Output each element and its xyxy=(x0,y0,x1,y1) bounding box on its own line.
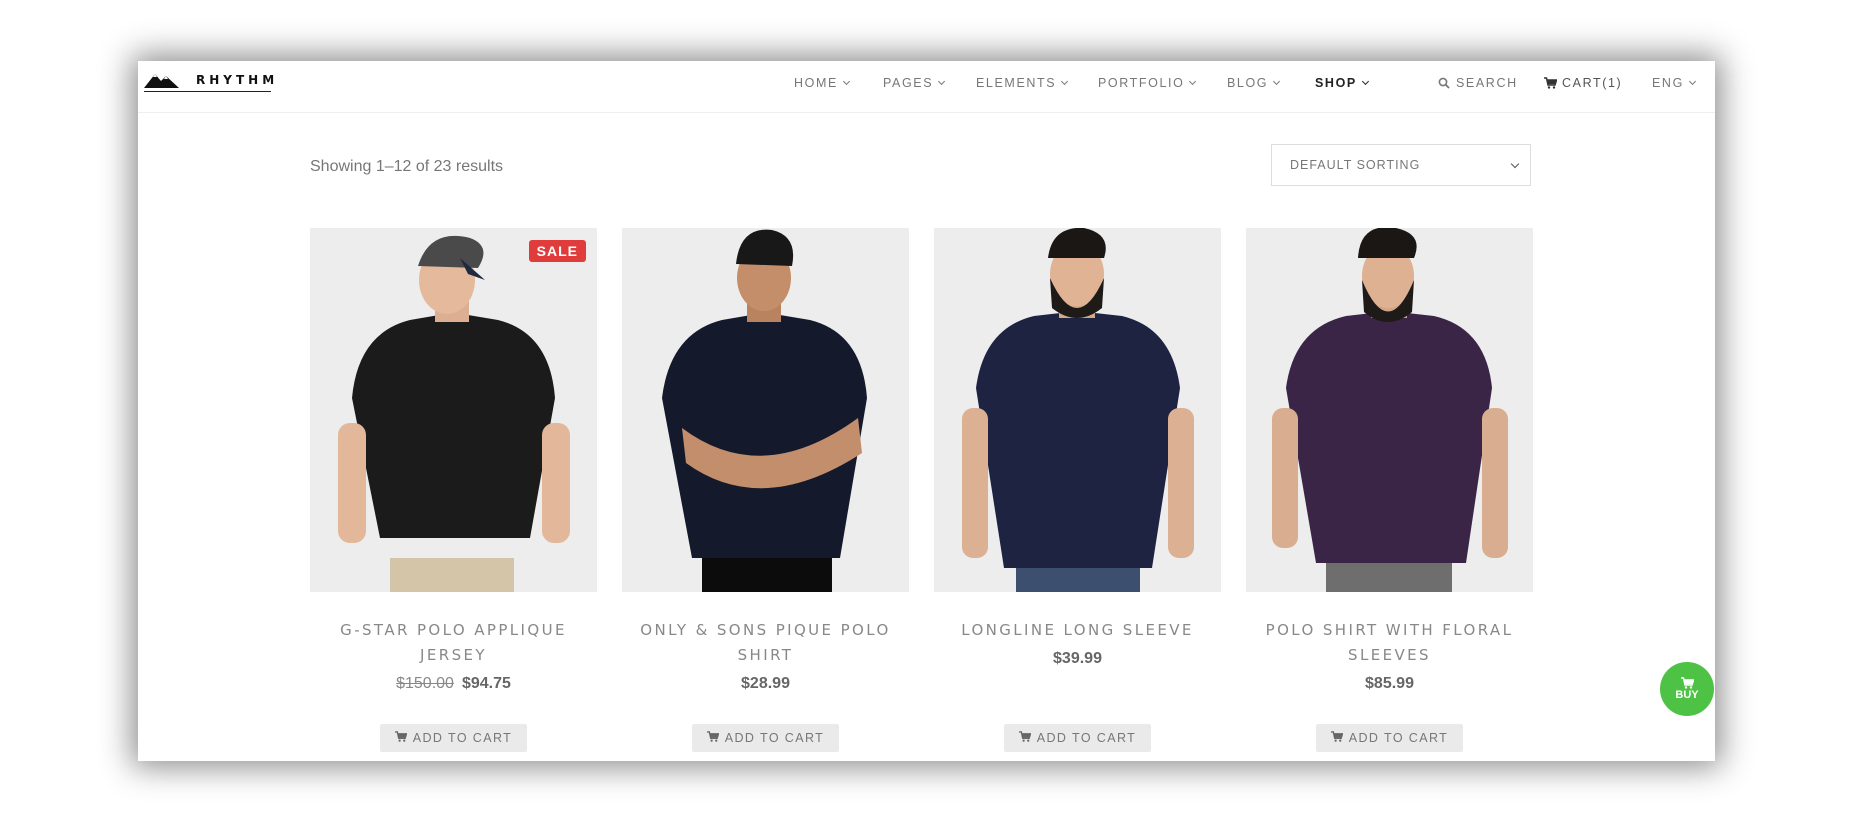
product-card: POLO SHIRT WITH FLORAL SLEEVES $85.99 AD… xyxy=(1246,228,1533,752)
sorting-value: DEFAULT SORTING xyxy=(1290,158,1421,172)
sale-price: $94.75 xyxy=(461,675,511,692)
chevron-down-icon xyxy=(842,77,850,85)
add-to-cart-label: ADD TO CART xyxy=(724,731,825,745)
product-image[interactable]: SALE xyxy=(310,228,597,592)
product-image[interactable] xyxy=(934,228,1221,592)
product-title[interactable]: ONLY & SONS PIQUE POLO SHIRT xyxy=(622,618,909,668)
product-title[interactable]: POLO SHIRT WITH FLORAL SLEEVES xyxy=(1246,618,1533,668)
chevron-down-icon xyxy=(1189,77,1197,85)
model-photo xyxy=(338,235,570,592)
nav-elements[interactable]: ELEMENTS xyxy=(976,76,1069,90)
nav-pages-label: PAGES xyxy=(883,76,934,90)
cart-icon xyxy=(706,731,720,745)
nav-blog[interactable]: BLOG xyxy=(1227,76,1281,90)
product-image[interactable] xyxy=(1246,228,1533,592)
language-label: ENG xyxy=(1652,76,1684,90)
sale-badge: SALE xyxy=(528,240,586,262)
product-card: LONGLINE LONG SLEEVE $39.99 ADD TO CART xyxy=(934,228,1221,752)
cart-icon xyxy=(1680,677,1694,689)
nav-pages[interactable]: PAGES xyxy=(883,76,946,90)
chevron-down-icon xyxy=(1510,159,1520,169)
chevron-down-icon xyxy=(1688,77,1696,85)
logo-text: RHYTHM xyxy=(196,73,279,87)
nav-portfolio[interactable]: PORTFOLIO xyxy=(1098,76,1197,90)
add-to-cart-button[interactable]: ADD TO CART xyxy=(1004,724,1151,752)
add-to-cart-button[interactable]: ADD TO CART xyxy=(692,724,839,752)
search-icon xyxy=(1438,77,1450,89)
search-link[interactable]: SEARCH xyxy=(1438,76,1518,90)
chevron-down-icon xyxy=(1061,77,1069,85)
search-label: SEARCH xyxy=(1456,76,1518,90)
cart-icon xyxy=(394,731,408,745)
browser-page: RHYTHM HOME PAGES ELEMENTS PORTFOLIO BLO… xyxy=(138,61,1715,761)
chevron-down-icon xyxy=(1273,77,1281,85)
cart-icon xyxy=(1018,731,1032,745)
logo-underline xyxy=(144,91,271,92)
cart-icon xyxy=(1544,77,1557,89)
chevron-down-icon xyxy=(1361,77,1369,85)
chevron-down-icon xyxy=(938,77,946,85)
product-card: ONLY & SONS PIQUE POLO SHIRT $28.99 ADD … xyxy=(622,228,909,752)
product-title[interactable]: G-STAR POLO APPLIQUE JERSEY xyxy=(310,618,597,668)
nav-blog-label: BLOG xyxy=(1227,76,1269,90)
language-selector[interactable]: ENG xyxy=(1652,76,1696,90)
nav-portfolio-label: PORTFOLIO xyxy=(1098,76,1185,90)
result-count: Showing 1–12 of 23 results xyxy=(310,158,504,175)
add-to-cart-button[interactable]: ADD TO CART xyxy=(380,724,527,752)
product-image[interactable] xyxy=(622,228,909,592)
product-card: SALE G-STAR POLO APPLIQUE JERSEY $150.00… xyxy=(310,228,597,752)
model-photo xyxy=(962,228,1194,592)
mountain-logo-icon xyxy=(144,74,179,88)
product-price: $28.99 xyxy=(741,675,790,692)
cart-link[interactable]: CART(1) xyxy=(1544,76,1622,90)
cart-icon xyxy=(1330,731,1344,745)
nav-home[interactable]: HOME xyxy=(794,76,850,90)
model-photo xyxy=(662,229,867,592)
model-photo xyxy=(1272,228,1508,592)
add-to-cart-button[interactable]: ADD TO CART xyxy=(1316,724,1463,752)
add-to-cart-label: ADD TO CART xyxy=(412,731,513,745)
product-price: $85.99 xyxy=(1365,675,1414,692)
cart-label: CART(1) xyxy=(1562,76,1623,90)
add-to-cart-label: ADD TO CART xyxy=(1348,731,1449,745)
add-to-cart-label: ADD TO CART xyxy=(1036,731,1137,745)
buy-label: BUY xyxy=(1675,689,1699,701)
product-price: $39.99 xyxy=(1053,650,1102,667)
nav-shop[interactable]: SHOP xyxy=(1315,76,1369,90)
sorting-select[interactable]: DEFAULT SORTING xyxy=(1271,144,1531,186)
site-logo[interactable]: RHYTHM xyxy=(144,67,278,93)
nav-elements-label: ELEMENTS xyxy=(976,76,1057,90)
site-header: RHYTHM HOME PAGES ELEMENTS PORTFOLIO BLO… xyxy=(138,61,1715,113)
nav-shop-label: SHOP xyxy=(1315,76,1357,90)
product-title[interactable]: LONGLINE LONG SLEEVE xyxy=(934,618,1221,643)
old-price: $150.00 xyxy=(396,675,454,692)
buy-button[interactable]: BUY xyxy=(1660,662,1714,716)
product-price: $150.00 $94.75 xyxy=(310,675,597,693)
nav-home-label: HOME xyxy=(794,76,838,90)
